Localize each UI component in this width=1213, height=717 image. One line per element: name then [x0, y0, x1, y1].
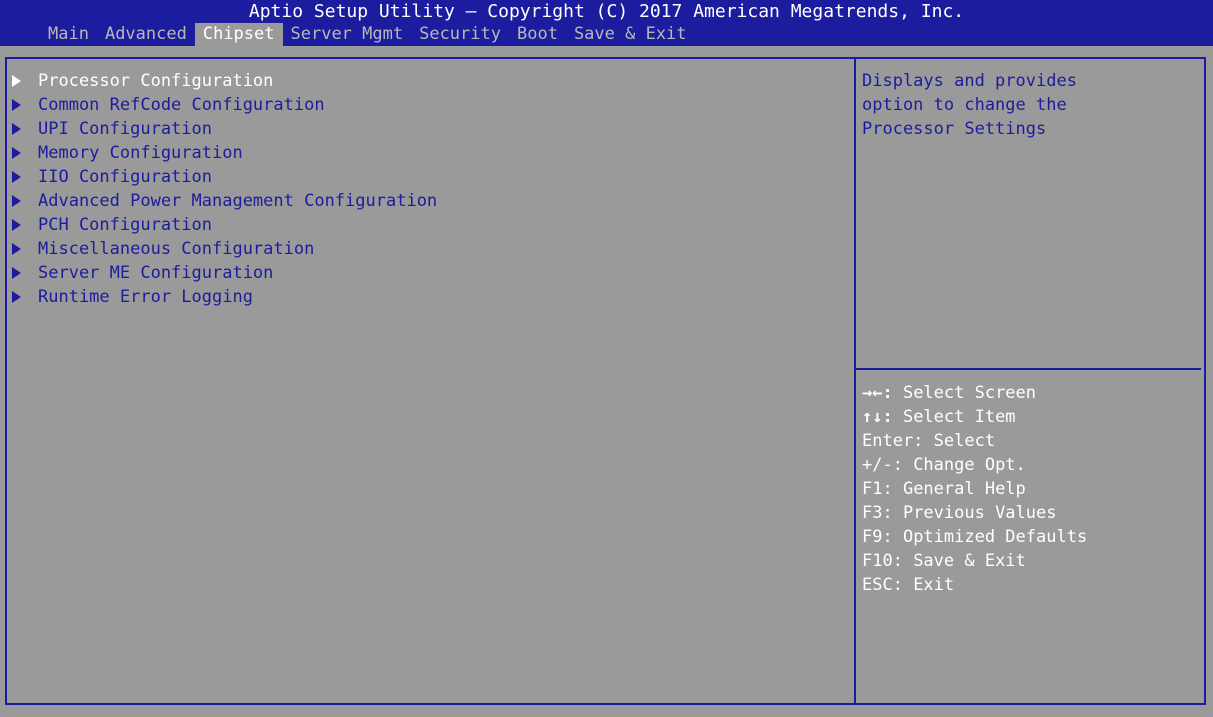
submenu-arrow-icon: [12, 99, 21, 111]
menu-item-label: Memory Configuration: [38, 143, 243, 163]
tab-chipset[interactable]: Chipset: [194, 23, 283, 46]
menu-item-miscellaneous-configuration[interactable]: Miscellaneous Configuration: [12, 237, 437, 261]
key-name: F9:: [862, 527, 893, 547]
submenu-arrow-icon: [12, 171, 21, 183]
chipset-menu: Processor Configuration Common RefCode C…: [12, 69, 437, 309]
submenu-arrow-icon: [12, 123, 21, 135]
key-desc: Change Opt.: [902, 455, 1026, 475]
menu-item-label: IIO Configuration: [38, 167, 212, 187]
menu-item-advanced-power-management-configuration[interactable]: Advanced Power Management Configuration: [12, 189, 437, 213]
submenu-arrow-icon: [12, 267, 21, 279]
key-legend: →←: Select Screen ↑↓: Select Item Enter:…: [862, 381, 1087, 597]
submenu-arrow-icon: [12, 243, 21, 255]
menu-item-label: Common RefCode Configuration: [38, 95, 325, 115]
help-divider-horizontal: [856, 368, 1201, 370]
tab-main[interactable]: Main: [40, 23, 97, 46]
key-desc: Select Item: [892, 407, 1016, 427]
menu-item-pch-configuration[interactable]: PCH Configuration: [12, 213, 437, 237]
key-desc: Exit: [902, 575, 955, 595]
key-name: Enter:: [862, 431, 924, 451]
menu-item-memory-configuration[interactable]: Memory Configuration: [12, 141, 437, 165]
key-hint-select-item: ↑↓: Select Item: [862, 405, 1087, 429]
app-title: Aptio Setup Utility – Copyright (C) 2017…: [248, 1, 965, 22]
menu-item-label: Runtime Error Logging: [38, 287, 253, 307]
menu-item-label: PCH Configuration: [38, 215, 212, 235]
menu-item-iio-configuration[interactable]: IIO Configuration: [12, 165, 437, 189]
submenu-arrow-icon: [12, 219, 21, 231]
tab-bar: Main Advanced Chipset Server Mgmt Securi…: [40, 23, 695, 46]
key-name: →←:: [862, 383, 893, 403]
menu-item-processor-configuration[interactable]: Processor Configuration: [12, 69, 437, 93]
menu-item-label: Advanced Power Management Configuration: [38, 191, 438, 211]
key-desc: Optimized Defaults: [892, 527, 1088, 547]
key-hint-save-exit: F10: Save & Exit: [862, 549, 1087, 573]
key-hint-enter: Enter: Select: [862, 429, 1087, 453]
key-desc: General Help: [892, 479, 1026, 499]
key-desc: Select Screen: [892, 383, 1037, 403]
key-hint-general-help: F1: General Help: [862, 477, 1087, 501]
tab-security[interactable]: Security: [411, 23, 509, 46]
panel-divider-vertical: [854, 57, 856, 705]
menu-item-runtime-error-logging[interactable]: Runtime Error Logging: [12, 285, 437, 309]
tab-server-mgmt[interactable]: Server Mgmt: [283, 23, 412, 46]
help-description: Displays and provides option to change t…: [862, 71, 1077, 139]
key-name: F1:: [862, 479, 893, 499]
menu-item-server-me-configuration[interactable]: Server ME Configuration: [12, 261, 437, 285]
key-hint-previous-values: F3: Previous Values: [862, 501, 1087, 525]
submenu-arrow-icon: [12, 195, 21, 207]
submenu-arrow-icon: [12, 291, 21, 303]
submenu-arrow-icon: [12, 147, 21, 159]
key-desc: Select: [923, 431, 996, 451]
key-hint-exit: ESC: Exit: [862, 573, 1087, 597]
menu-item-common-refcode-configuration[interactable]: Common RefCode Configuration: [12, 93, 437, 117]
key-name: F3:: [862, 503, 893, 523]
tab-boot[interactable]: Boot: [509, 23, 566, 46]
tab-advanced[interactable]: Advanced: [97, 23, 195, 46]
key-name: +/-:: [862, 455, 903, 475]
key-hint-change-opt: +/-: Change Opt.: [862, 453, 1087, 477]
menu-item-label: Server ME Configuration: [38, 263, 274, 283]
menu-item-label: Processor Configuration: [38, 71, 274, 91]
key-desc: Save & Exit: [902, 551, 1026, 571]
tab-save-exit[interactable]: Save & Exit: [566, 23, 695, 46]
key-desc: Previous Values: [892, 503, 1057, 523]
key-name: F10:: [862, 551, 903, 571]
submenu-arrow-icon: [12, 75, 21, 87]
key-hint-select-screen: →←: Select Screen: [862, 381, 1087, 405]
key-hint-optimized-defaults: F9: Optimized Defaults: [862, 525, 1087, 549]
menu-item-upi-configuration[interactable]: UPI Configuration: [12, 117, 437, 141]
header-bar: Aptio Setup Utility – Copyright (C) 2017…: [0, 0, 1213, 46]
menu-item-label: Miscellaneous Configuration: [38, 239, 315, 259]
menu-item-label: UPI Configuration: [38, 119, 212, 139]
key-name: ↑↓:: [862, 407, 893, 427]
key-name: ESC:: [862, 575, 903, 595]
